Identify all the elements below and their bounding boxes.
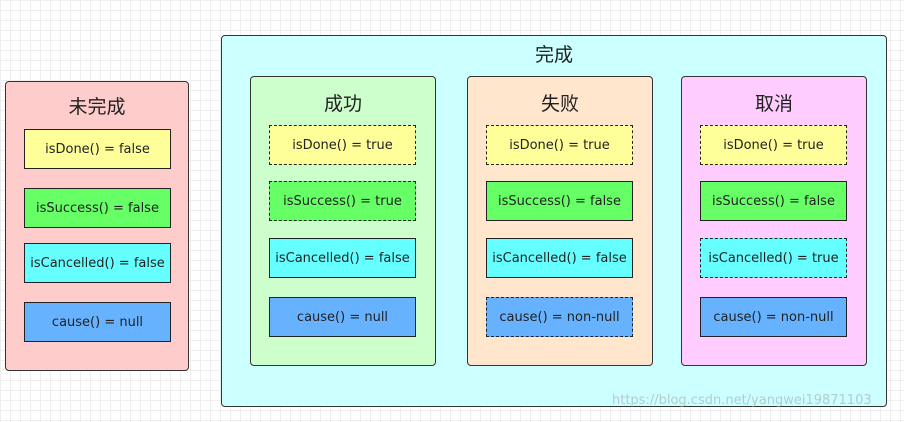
failure-title: 失败 [540,93,579,115]
failure-isdone: isDone() = true [486,125,633,165]
pending-iscancelled: isCancelled() = false [24,243,171,283]
pending-cause: cause() = null [24,302,171,342]
failure-iscancelled: isCancelled() = false [486,238,633,278]
done-title: 完成 [534,44,573,66]
pending-state-box: 未完成 isDone() = false isSuccess() = false… [5,81,189,371]
pending-isdone: isDone() = false [24,129,171,169]
failure-panel: 失败 isDone() = true isSuccess() = false i… [467,76,653,366]
success-isdone: isDone() = true [269,125,416,165]
success-cause: cause() = null [269,297,416,337]
cancelled-iscancelled: isCancelled() = true [700,238,847,278]
cancelled-cause: cause() = non-null [700,297,847,337]
pending-issuccess: isSuccess() = false [24,188,171,228]
failure-cause: cause() = non-null [486,297,633,337]
watermark-text: https://blog.csdn.net/yangwei19871103 [612,393,872,408]
pending-title: 未完成 [68,96,126,118]
cancelled-panel: 取消 isDone() = true isSuccess() = false i… [681,76,867,366]
success-iscancelled: isCancelled() = false [269,238,416,278]
success-title: 成功 [323,93,362,115]
cancelled-issuccess: isSuccess() = false [700,181,847,221]
cancelled-isdone: isDone() = true [700,125,847,165]
success-issuccess: isSuccess() = true [269,181,416,221]
failure-issuccess: isSuccess() = false [486,181,633,221]
cancelled-title: 取消 [754,93,793,115]
success-panel: 成功 isDone() = true isSuccess() = true is… [250,76,436,366]
